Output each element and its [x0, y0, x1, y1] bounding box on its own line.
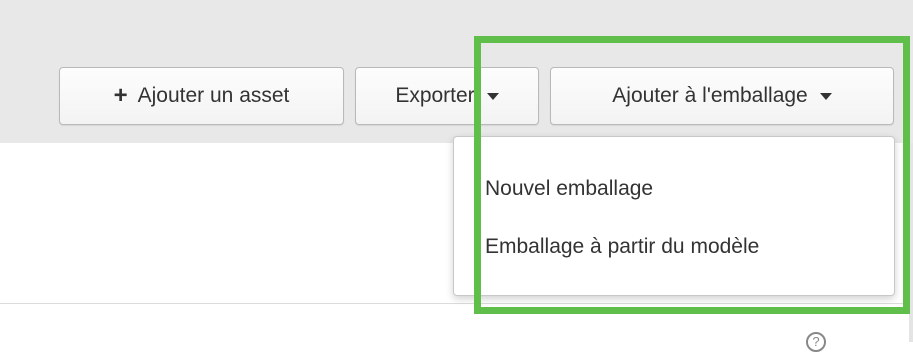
export-dropdown-button[interactable]: Exporter: [355, 67, 539, 125]
panel-edge: [909, 143, 913, 342]
packaging-dropdown-menu: Nouvel emballage Emballage à partir du m…: [453, 136, 895, 296]
plus-icon: +: [113, 82, 128, 109]
menu-item-packaging-from-template[interactable]: Emballage à partir du modèle: [485, 235, 759, 259]
add-asset-button[interactable]: + Ajouter un asset: [59, 67, 344, 125]
caret-down-icon: [486, 92, 499, 100]
add-to-packaging-button[interactable]: Ajouter à l'emballage: [550, 67, 894, 125]
help-icon[interactable]: ?: [806, 332, 826, 352]
menu-item-new-packaging[interactable]: Nouvel emballage: [485, 177, 653, 201]
divider: [0, 303, 913, 304]
add-to-packaging-label: Ajouter à l'emballage: [612, 84, 808, 107]
export-label: Exporter: [395, 84, 475, 107]
caret-down-icon: [819, 92, 832, 100]
add-asset-label: Ajouter un asset: [137, 84, 290, 107]
